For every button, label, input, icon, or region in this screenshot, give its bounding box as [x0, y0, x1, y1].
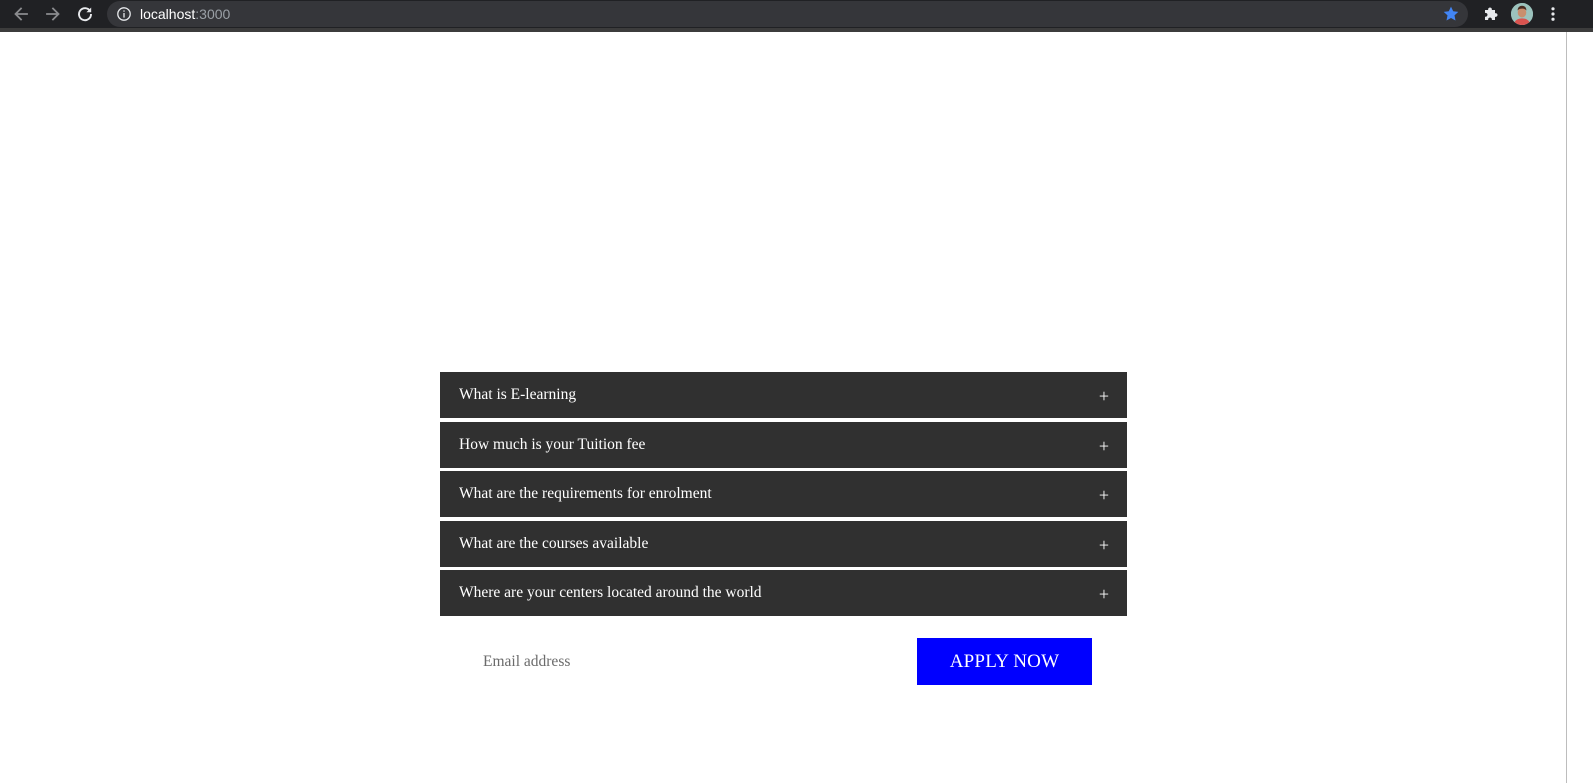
reload-button[interactable] — [73, 2, 97, 26]
url-port: :3000 — [195, 6, 231, 22]
faq-question: What are the requirements for enrolment — [459, 485, 712, 502]
browser-menu-button[interactable] — [1541, 2, 1565, 26]
plus-icon[interactable]: + — [1099, 521, 1109, 567]
faq-accordion: What is E-learning + How much is your Tu… — [440, 372, 1127, 620]
puzzle-icon — [1485, 7, 1498, 21]
arrow-left-icon — [14, 7, 28, 21]
arrow-right-icon — [46, 7, 60, 21]
plus-icon[interactable]: + — [1099, 422, 1109, 468]
faq-question: What is E-learning — [459, 386, 577, 403]
scrollbar[interactable] — [1566, 32, 1567, 783]
forward-button[interactable] — [41, 2, 65, 26]
plus-icon[interactable]: + — [1099, 372, 1109, 418]
faq-question: What are the courses available — [459, 534, 649, 552]
url-host: localhost — [140, 6, 196, 22]
faq-question: Where are your centers located around th… — [459, 584, 762, 601]
extensions-button[interactable] — [1479, 2, 1503, 26]
back-button[interactable] — [9, 2, 33, 26]
plus-icon[interactable]: + — [1099, 471, 1109, 517]
star-icon[interactable] — [1442, 5, 1460, 23]
faq-item[interactable]: Where are your centers located around th… — [440, 570, 1127, 616]
faq-item[interactable]: What are the requirements for enrolment … — [440, 471, 1127, 517]
info-icon[interactable] — [116, 6, 132, 22]
faq-item[interactable]: What are the courses available + — [440, 520, 1127, 567]
profile-avatar[interactable] — [1511, 3, 1533, 25]
browser-toolbar: localhost:3000 — [0, 0, 1593, 28]
plus-icon[interactable]: + — [1099, 570, 1109, 616]
reload-icon — [78, 7, 92, 22]
faq-item[interactable]: How much is your Tuition fee + — [440, 421, 1127, 468]
address-bar[interactable]: localhost:3000 — [107, 1, 1468, 27]
url-text: localhost:3000 — [140, 5, 230, 23]
faq-question: How much is your Tuition fee — [459, 435, 646, 453]
kebab-menu-icon — [1551, 7, 1555, 21]
apply-now-button[interactable]: APPLY NOW — [917, 638, 1092, 685]
toolbar-divider — [0, 28, 1593, 32]
faq-item[interactable]: What is E-learning + — [440, 372, 1127, 418]
avatar-image — [1511, 3, 1533, 25]
email-field[interactable] — [470, 646, 890, 678]
